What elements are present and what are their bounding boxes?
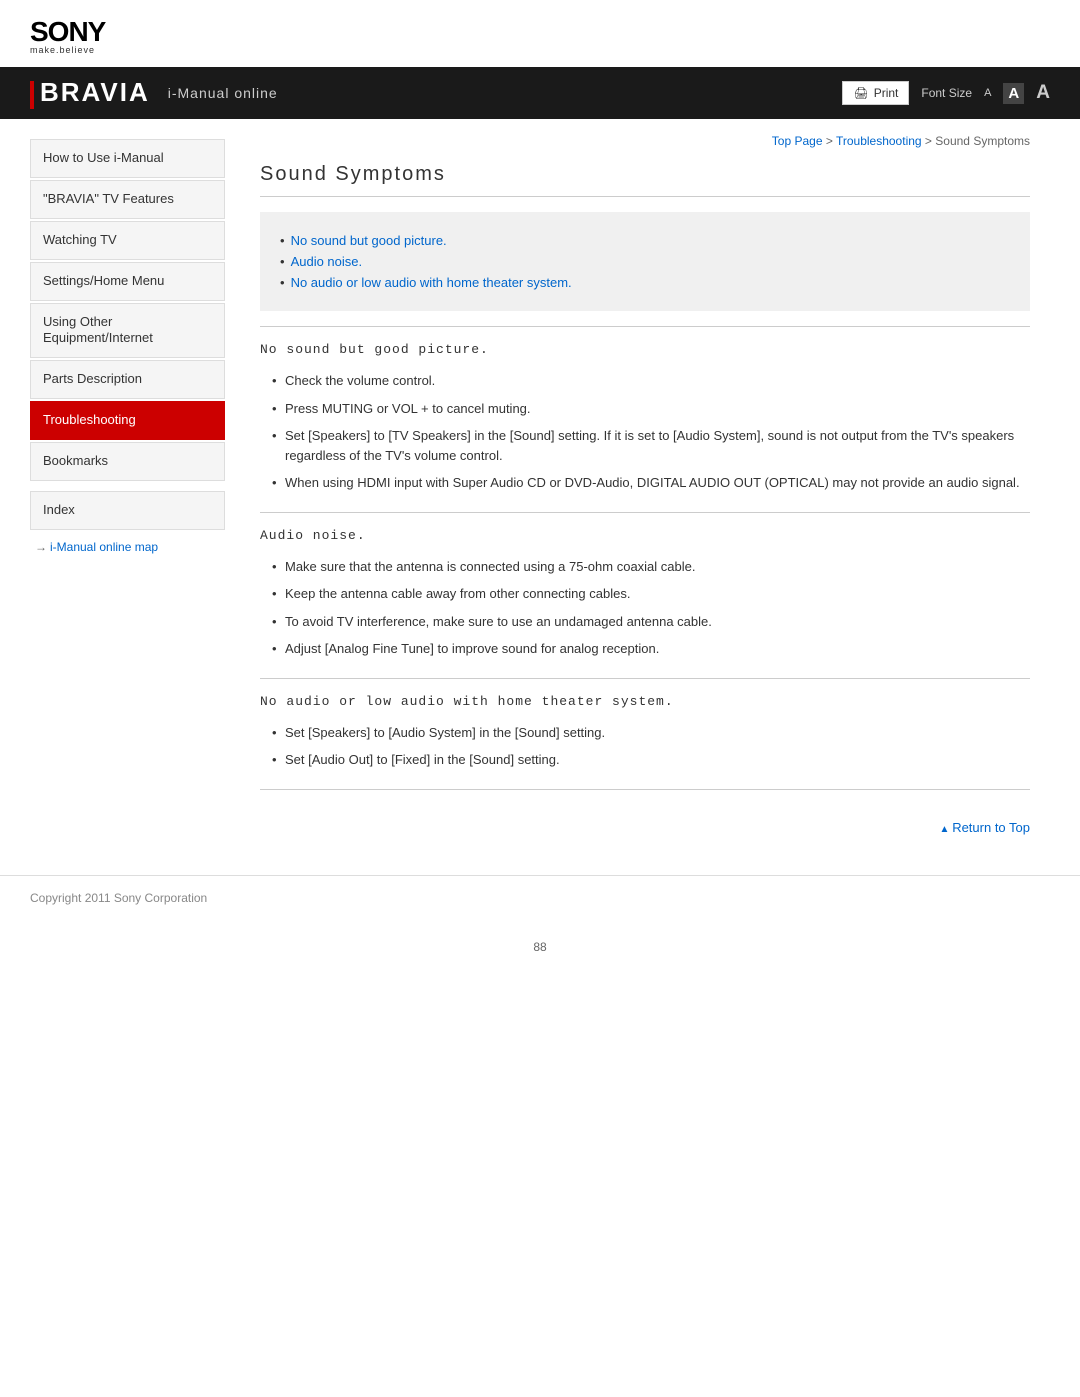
main-content: Top Page > Troubleshooting > Sound Sympt…: [240, 119, 1050, 865]
font-large-button[interactable]: A: [1036, 82, 1050, 104]
sidebar-item-bravia-features[interactable]: "BRAVIA" TV Features: [30, 180, 225, 219]
summary-item-2: Audio noise.: [280, 251, 1010, 272]
summary-link-1[interactable]: No sound but good picture.: [291, 233, 447, 248]
font-small-button[interactable]: A: [984, 87, 991, 99]
red-accent-line: [30, 81, 34, 109]
breadcrumb-current: Sound Symptoms: [935, 134, 1030, 148]
summary-link-3[interactable]: No audio or low audio with home theater …: [291, 275, 572, 290]
list-item: Set [Speakers] to [Audio System] in the …: [270, 719, 1030, 747]
summary-item-3: No audio or low audio with home theater …: [280, 272, 1010, 293]
imanual-map-link[interactable]: →i-Manual online map: [30, 540, 225, 554]
list-item: Check the volume control.: [270, 367, 1030, 395]
font-size-label: Font Size: [921, 86, 972, 100]
list-item: Press MUTING or VOL + to cancel muting.: [270, 395, 1030, 423]
sony-logo: SONY make.believe: [30, 18, 105, 55]
sony-text: SONY: [30, 18, 105, 46]
list-item: Keep the antenna cable away from other c…: [270, 580, 1030, 608]
sidebar: How to Use i-Manual "BRAVIA" TV Features…: [30, 119, 240, 865]
section-title-1: No sound but good picture.: [260, 342, 1030, 357]
section-audio-noise: Audio noise. Make sure that the antenna …: [260, 528, 1030, 663]
sidebar-item-equipment[interactable]: Using Other Equipment/Internet: [30, 303, 225, 359]
page-number: 88: [0, 920, 1080, 974]
section-title-3: No audio or low audio with home theater …: [260, 694, 1030, 709]
list-item: Set [Audio Out] to [Fixed] in the [Sound…: [270, 746, 1030, 774]
copyright-text: Copyright 2011 Sony Corporation: [30, 891, 207, 905]
print-icon: 🖨: [853, 86, 868, 100]
divider-2: [260, 512, 1030, 513]
return-top-link[interactable]: Return to Top: [940, 820, 1031, 835]
summary-link-2[interactable]: Audio noise.: [291, 254, 363, 269]
divider-3: [260, 678, 1030, 679]
footer: Copyright 2011 Sony Corporation: [0, 875, 1080, 920]
return-to-top: Return to Top: [260, 805, 1030, 845]
list-item: Set [Speakers] to [TV Speakers] in the […: [270, 422, 1030, 469]
sidebar-item-index[interactable]: Index: [30, 491, 225, 530]
breadcrumb-top[interactable]: Top Page: [772, 134, 823, 148]
section-no-sound: No sound but good picture. Check the vol…: [260, 342, 1030, 497]
section-1-list: Check the volume control. Press MUTING o…: [270, 367, 1030, 497]
bravia-header-bar: BRAVIA i-Manual online 🖨 Print Font Size…: [0, 67, 1080, 119]
list-item: When using HDMI input with Super Audio C…: [270, 469, 1030, 497]
breadcrumb-sep1: >: [823, 134, 836, 148]
sidebar-item-watching-tv[interactable]: Watching TV: [30, 221, 225, 260]
bravia-right: 🖨 Print Font Size A A A: [842, 81, 1050, 105]
sidebar-item-bookmarks[interactable]: Bookmarks: [30, 442, 225, 481]
print-label: Print: [874, 86, 899, 100]
list-item: To avoid TV interference, make sure to u…: [270, 608, 1030, 636]
section-2-list: Make sure that the antenna is connected …: [270, 553, 1030, 663]
section-low-audio: No audio or low audio with home theater …: [260, 694, 1030, 774]
summary-list: No sound but good picture. Audio noise. …: [280, 230, 1010, 293]
list-item: Make sure that the antenna is connected …: [270, 553, 1030, 581]
sidebar-item-how-to-use[interactable]: How to Use i-Manual: [30, 139, 225, 178]
breadcrumb: Top Page > Troubleshooting > Sound Sympt…: [260, 134, 1030, 148]
page-title: Sound Symptoms: [260, 163, 1030, 197]
breadcrumb-sep2: >: [922, 134, 936, 148]
breadcrumb-troubleshooting[interactable]: Troubleshooting: [836, 134, 922, 148]
summary-box: No sound but good picture. Audio noise. …: [260, 212, 1030, 311]
font-medium-button[interactable]: A: [1003, 83, 1024, 104]
divider-1: [260, 326, 1030, 327]
imanual-label: i-Manual online: [168, 85, 278, 101]
print-button[interactable]: 🖨 Print: [842, 81, 909, 105]
main-layout: How to Use i-Manual "BRAVIA" TV Features…: [0, 119, 1080, 865]
sidebar-item-troubleshooting[interactable]: Troubleshooting: [30, 401, 225, 440]
top-bar: SONY make.believe: [0, 0, 1080, 67]
divider-4: [260, 789, 1030, 790]
section-3-list: Set [Speakers] to [Audio System] in the …: [270, 719, 1030, 774]
sidebar-item-parts[interactable]: Parts Description: [30, 360, 225, 399]
sidebar-item-settings[interactable]: Settings/Home Menu: [30, 262, 225, 301]
bravia-logo: BRAVIA: [30, 77, 150, 108]
list-item: Adjust [Analog Fine Tune] to improve sou…: [270, 635, 1030, 663]
arrow-icon: →: [35, 540, 47, 554]
bravia-left: BRAVIA i-Manual online: [30, 77, 278, 108]
summary-item-1: No sound but good picture.: [280, 230, 1010, 251]
section-title-2: Audio noise.: [260, 528, 1030, 543]
map-link-label: i-Manual online map: [50, 540, 158, 554]
sony-tagline: make.believe: [30, 46, 105, 55]
